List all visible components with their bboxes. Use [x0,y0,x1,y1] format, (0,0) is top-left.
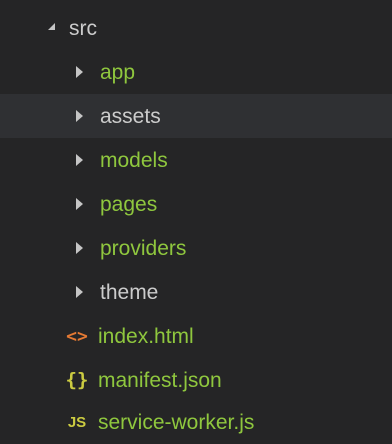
folder-app[interactable]: app [0,50,392,94]
folder-label: models [100,148,168,172]
json-icon: {} [65,369,89,391]
chevron-collapsed-icon[interactable] [76,286,83,298]
file-service-worker-js[interactable]: JS service-worker.js [0,400,392,444]
folder-label: assets [100,104,161,128]
folder-label: src [69,16,97,40]
chevron-collapsed-icon[interactable] [76,154,83,166]
html-icon: <> [66,325,88,347]
folder-label: theme [100,280,159,304]
folder-models[interactable]: models [0,138,392,182]
file-label: manifest.json [98,368,222,392]
file-label: service-worker.js [98,410,255,434]
folder-providers[interactable]: providers [0,226,392,270]
folder-pages[interactable]: pages [0,182,392,226]
folder-label: pages [100,192,158,216]
file-index-html[interactable]: <> index.html [0,314,392,358]
chevron-collapsed-icon[interactable] [76,110,83,122]
file-manifest-json[interactable]: {} manifest.json [0,358,392,402]
folder-assets[interactable]: assets [0,94,392,138]
chevron-collapsed-icon[interactable] [76,198,83,210]
file-explorer: src app assets models pages providers th… [0,0,392,444]
chevron-collapsed-icon[interactable] [76,66,83,78]
folder-theme[interactable]: theme [0,270,392,314]
chevron-expanded-icon[interactable] [48,22,55,30]
file-label: index.html [98,324,194,348]
folder-src[interactable]: src [0,6,392,50]
js-icon: JS [67,413,87,431]
folder-label: app [100,60,136,84]
folder-label: providers [100,236,187,260]
chevron-collapsed-icon[interactable] [76,242,83,254]
